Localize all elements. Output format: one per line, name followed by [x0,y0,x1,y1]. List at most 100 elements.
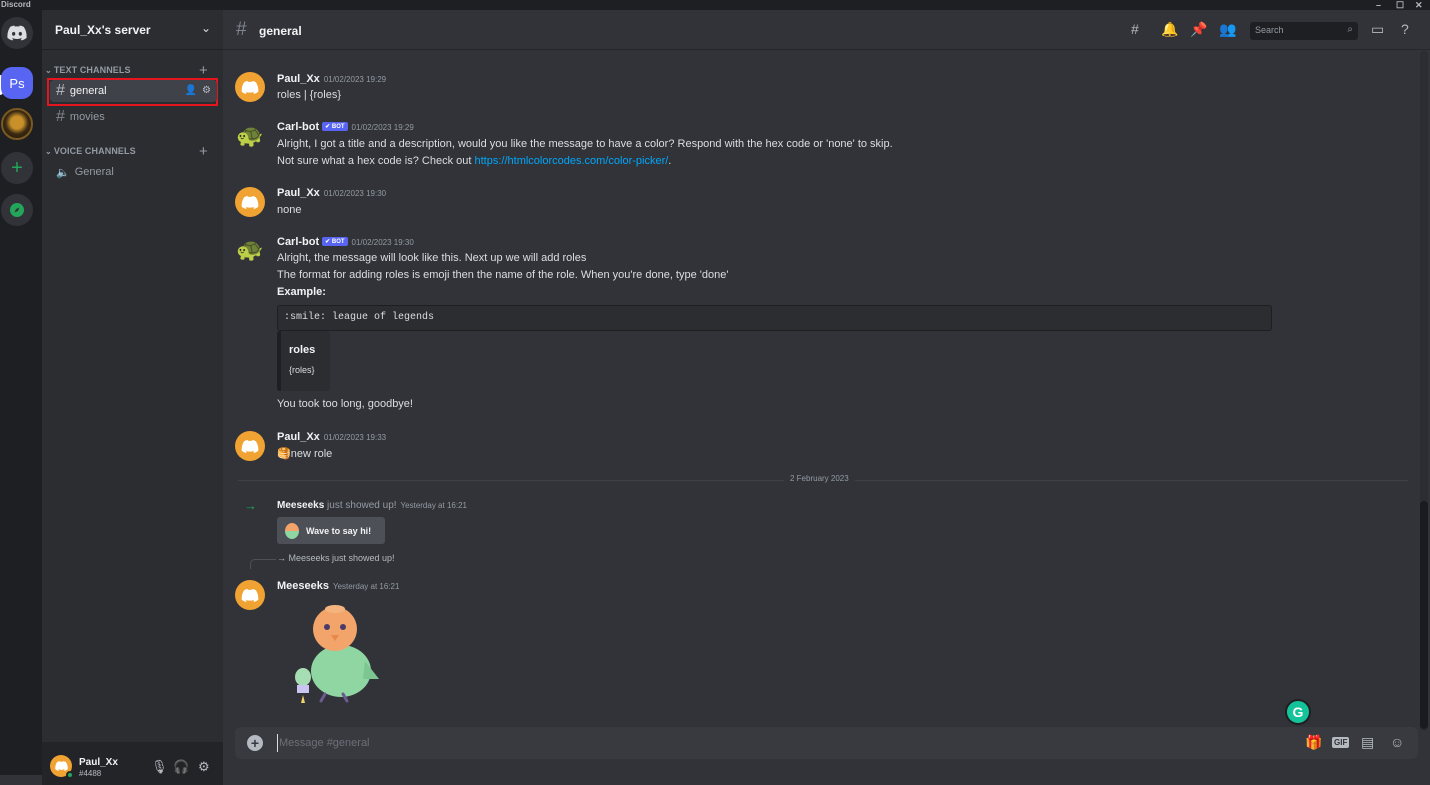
category-collapse-icon: ⌄ [45,147,52,156]
headphones-icon[interactable]: 🎧 [173,759,189,775]
category-text-channels[interactable]: ⌄ TEXT CHANNELS [45,65,131,75]
message-text: Alright, I got a title and a description… [277,138,893,150]
sticker-icon [285,522,299,539]
member-list-icon[interactable]: 👥 [1219,21,1236,38]
message-author[interactable]: Carl-bot ✔ BOT 01/02/2023 19:29 [277,121,414,133]
add-server-button[interactable]: + [1,152,33,184]
message-text: roles | {roles} [277,89,342,101]
emoji-picker-icon[interactable]: ☺ [1390,734,1404,750]
chat-area: # general # 🔔 📌 👥 Search ⌕ ▭ ? Paul_Xx 01… [223,10,1430,775]
message-timestamp: 01/02/2023 19:29 [351,123,414,132]
avatar[interactable] [235,431,265,461]
channel-settings-icon[interactable]: ⚙ [202,85,211,96]
turtle-avatar-icon[interactable]: 🐢 [235,121,265,151]
threads-icon[interactable]: # [1131,21,1139,37]
join-arrow-icon: → [244,498,257,513]
message-timestamp: 01/02/2023 19:33 [323,433,387,442]
message-text: none [277,204,302,216]
author-name[interactable]: Paul_Xx [277,187,320,199]
category-collapse-icon: ⌄ [45,66,52,75]
category-label: VOICE CHANNELS [53,146,136,156]
discord-logo-icon [54,761,68,771]
home-button[interactable] [1,17,33,49]
message-text-body: new role [290,448,333,460]
author-name[interactable]: Paul_Xx [277,431,320,443]
avatar[interactable] [235,580,265,610]
discord-logo-icon [241,439,259,453]
avatar[interactable] [235,72,265,102]
app-title: Discord [1,0,31,9]
discord-logo-icon [241,588,259,602]
search-input[interactable]: Search ⌕ [1250,22,1358,40]
user-settings-icon[interactable]: ⚙ [198,759,210,775]
scrollbar-thumb[interactable] [1420,501,1428,729]
message-input[interactable] [277,734,1177,752]
online-status-icon [66,771,74,779]
author-name[interactable]: Carl-bot [277,121,319,133]
server-image-icon[interactable] [1,108,33,140]
close-button[interactable]: ✕ [1415,0,1423,10]
explore-servers-button[interactable] [1,194,33,226]
bot-badge: ✔ BOT [322,237,348,246]
channel-label: movies [69,111,105,123]
example-label: Example: [277,286,326,298]
message-timestamp: 01/02/2023 19:30 [351,238,414,247]
message-text-prefix: Not sure what a hex code is? Check out [277,155,475,167]
wave-button-label: Wave to say hi! [306,525,372,536]
create-voice-channel-icon[interactable]: + [199,144,208,159]
minimize-button[interactable]: – [1376,0,1381,10]
gif-button[interactable]: GIF [1332,737,1350,748]
channel-general[interactable]: # general 👤 ⚙ [50,80,217,102]
avatar[interactable] [235,187,265,217]
join-user[interactable]: Meeseeks [277,500,324,511]
grammarly-icon[interactable]: G [1285,699,1311,725]
category-voice-channels[interactable]: ⌄ VOICE CHANNELS [45,146,136,156]
message-composer: + 🎁 GIF ▤ ☺ [235,727,1418,759]
message-author[interactable]: Paul_Xx 01/02/2023 19:33 [277,431,386,443]
message-scrollbar[interactable] [1420,51,1428,731]
message-author[interactable]: Meeseeks Yesterday at 16:21 [277,580,399,592]
message-timestamp: Yesterday at 16:21 [400,501,467,510]
gift-icon[interactable]: 🎁 [1305,734,1322,751]
turtle-avatar-icon[interactable]: 🐢 [235,235,265,265]
server-ps[interactable]: Ps [1,67,33,99]
message-text: Not sure what a hex code is? Check out h… [277,155,671,167]
reply-reference[interactable]: → Meeseeks just showed up! [277,553,395,563]
help-icon[interactable]: ? [1401,21,1409,37]
invite-members-icon[interactable]: 👤 [185,85,197,96]
channel-header: # general # 🔔 📌 👥 Search ⌕ ▭ ? [223,10,1430,50]
channel-label: General [74,166,114,178]
author-name[interactable]: Carl-bot [277,236,319,248]
message-timestamp: 01/02/2023 19:30 [323,189,387,198]
message-author[interactable]: Paul_Xx 01/02/2023 19:30 [277,187,386,199]
microphone-icon[interactable]: 🎙 [151,759,168,775]
channel-label: general [69,85,107,97]
wave-button[interactable]: Wave to say hi! [277,517,385,544]
code-block: :smile: league of legends [277,305,1272,331]
inbox-icon[interactable]: ▭ [1371,21,1384,38]
embed-description: {roles} [289,365,315,375]
message-author[interactable]: Carl-bot ✔ BOT 01/02/2023 19:30 [277,236,414,248]
compass-icon [10,203,24,217]
color-picker-link[interactable]: https://htmlcolorcodes.com/color-picker/ [475,155,669,167]
maximize-button[interactable]: ☐ [1396,0,1404,10]
attach-plus-icon[interactable]: + [247,735,263,751]
author-name[interactable]: Paul_Xx [277,73,320,85]
message-text-suffix: . [668,155,672,167]
channel-movies[interactable]: # movies [50,106,217,128]
create-text-channel-icon[interactable]: + [199,63,208,78]
message-timestamp: 01/02/2023 19:29 [323,75,387,84]
server-header[interactable]: Paul_Xx's server ⌄ [42,10,223,50]
category-label: TEXT CHANNELS [53,65,131,75]
sticker-picker-icon[interactable]: ▤ [1361,734,1374,751]
channel-voice-general[interactable]: 🔈 General [50,161,217,183]
chevron-down-icon[interactable]: ⌄ [201,21,211,35]
author-name[interactable]: Meeseeks [277,580,329,592]
notification-bell-icon[interactable]: 🔔 [1161,21,1178,38]
pinned-messages-icon[interactable]: 📌 [1190,21,1207,38]
date-divider-label: 2 February 2023 [784,474,855,483]
user-tag: #4488 [79,769,102,778]
date-divider: 2 February 2023 [238,474,1408,483]
embed-card: roles {roles} [277,331,330,391]
message-author[interactable]: Paul_Xx 01/02/2023 19:29 [277,73,386,85]
